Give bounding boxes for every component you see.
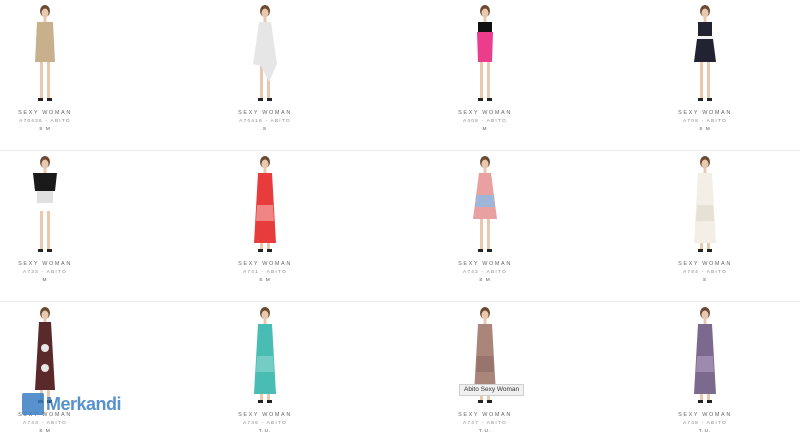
- product-brand: SEXY WOMAN: [678, 261, 732, 267]
- product-code: A741 - ABITO: [243, 270, 287, 275]
- product-card[interactable]: SEXY WOMAN A408 - ABITO M: [385, 0, 585, 151]
- product-brand: SEXY WOMAN: [458, 412, 512, 418]
- product-code: A408 - ABITO: [463, 119, 507, 124]
- product-sizes: S M: [699, 127, 711, 132]
- product-image[interactable]: [685, 4, 725, 102]
- product-card[interactable]: SEXY WOMAN A70436 - ABITO S M: [0, 0, 145, 151]
- product-image[interactable]: [245, 306, 285, 404]
- product-code: A747 - ABITO: [463, 421, 507, 426]
- product-sizes: T.U.: [258, 429, 272, 434]
- product-card[interactable]: SEXY WOMAN A746 - ABITO T.U.: [165, 302, 365, 442]
- product-sizes: S M: [479, 278, 491, 283]
- product-sizes: S M: [39, 429, 51, 434]
- product-row: SEXY WOMAN A743 - ABITO S M SEXY WOMAN A746 …: [0, 302, 800, 442]
- product-image[interactable]: [685, 155, 725, 253]
- product-sizes: S M: [259, 278, 271, 283]
- product-brand: SEXY WOMAN: [238, 110, 292, 116]
- product-grid: SEXY WOMAN A70436 - ABITO S M SEXY WOMAN A70…: [0, 0, 800, 442]
- product-brand: SEXY WOMAN: [238, 261, 292, 267]
- product-card[interactable]: SEXY WOMAN A747 - ABITO T.U.: [385, 302, 585, 442]
- product-code: A733 - ABITO: [23, 270, 67, 275]
- product-image[interactable]: [685, 306, 725, 404]
- product-code: A784 - ABITO: [683, 270, 727, 275]
- product-row: SEXY WOMAN A70436 - ABITO S M SEXY WOMAN A70…: [0, 0, 800, 151]
- product-code: A70436 - ABITO: [19, 119, 71, 124]
- product-card[interactable]: SEXY WOMAN A784 - ABITO S: [605, 151, 800, 302]
- product-brand: SEXY WOMAN: [458, 261, 512, 267]
- product-card[interactable]: SEXY WOMAN A708 - ABITO S M: [605, 0, 800, 151]
- product-brand: SEXY WOMAN: [458, 110, 512, 116]
- product-brand: SEXY WOMAN: [18, 110, 72, 116]
- product-card[interactable]: SEXY WOMAN A741 - ABITO S M: [165, 151, 365, 302]
- watermark-text: Merkandi: [46, 393, 122, 414]
- product-code: A70416 - ABITO: [239, 119, 291, 124]
- product-brand: SEXY WOMAN: [238, 412, 292, 418]
- product-card[interactable]: SEXY WOMAN A748 - ABITO T.U.: [605, 302, 800, 442]
- product-image[interactable]: [25, 306, 65, 404]
- product-row: SEXY WOMAN A733 - ABITO M SEXY WOMAN A741 - …: [0, 151, 800, 302]
- product-code: A743 - ABITO: [23, 421, 67, 426]
- product-sizes: M: [482, 127, 488, 132]
- product-sizes: M: [42, 278, 48, 283]
- product-brand: SEXY WOMAN: [18, 261, 72, 267]
- hover-tooltip: Abito Sexy Woman: [459, 384, 525, 396]
- product-image[interactable]: [465, 4, 505, 102]
- product-image[interactable]: [245, 155, 285, 253]
- product-image[interactable]: [25, 4, 65, 102]
- product-code: A746 - ABITO: [243, 421, 287, 426]
- product-code: A742 - ABITO: [463, 270, 507, 275]
- watermark: Merkandi: [22, 392, 122, 416]
- product-sizes: T.U.: [478, 429, 492, 434]
- product-brand: SEXY WOMAN: [678, 110, 732, 116]
- product-sizes: S: [702, 278, 708, 283]
- product-card[interactable]: SEXY WOMAN A743 - ABITO S M: [0, 302, 145, 442]
- product-image[interactable]: [465, 155, 505, 253]
- product-image[interactable]: [25, 155, 65, 253]
- product-sizes: T.U.: [698, 429, 712, 434]
- product-code: A748 - ABITO: [683, 421, 727, 426]
- product-sizes: S: [262, 127, 268, 132]
- product-card[interactable]: SEXY WOMAN A742 - ABITO S M: [385, 151, 585, 302]
- product-card[interactable]: SEXY WOMAN A70416 - ABITO S: [165, 0, 365, 151]
- product-brand: SEXY WOMAN: [678, 412, 732, 418]
- merkandi-logo-icon: [22, 393, 44, 415]
- product-image[interactable]: [245, 4, 285, 102]
- product-card[interactable]: SEXY WOMAN A733 - ABITO M: [0, 151, 145, 302]
- product-code: A708 - ABITO: [683, 119, 727, 124]
- product-sizes: S M: [39, 127, 51, 132]
